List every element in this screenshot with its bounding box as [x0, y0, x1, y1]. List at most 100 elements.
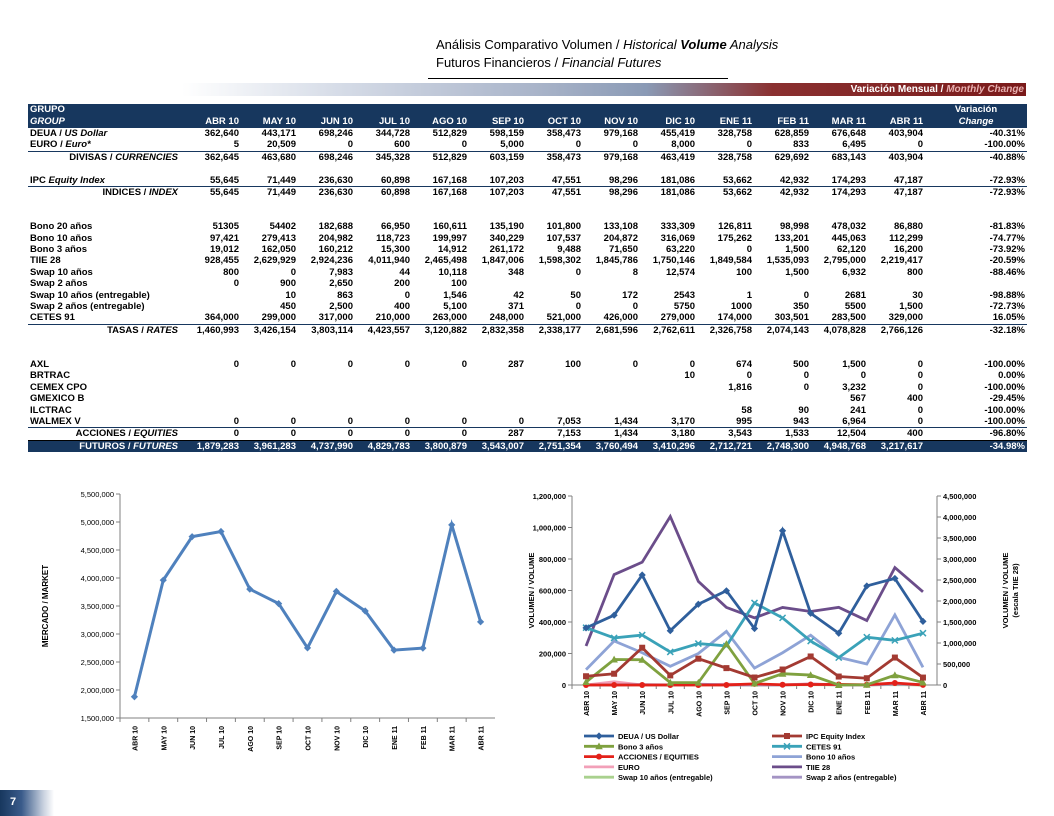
- change-cell: 0.00%: [998, 370, 1025, 382]
- value-cell: [184, 301, 241, 312]
- x-tick-label: NOV 10: [334, 726, 341, 751]
- y-tick-label: 4,500,000: [81, 546, 114, 555]
- value-cell: 8: [632, 266, 638, 278]
- value-cell: 362,640: [204, 128, 239, 139]
- y-tick-label-left: 1,200,000: [533, 492, 566, 501]
- y-tick-label: 2,500,000: [81, 658, 114, 667]
- value-cell: 348: [508, 266, 524, 278]
- value-cell: [526, 370, 583, 381]
- value-cell: 107,537: [546, 232, 581, 244]
- value-cell: [412, 405, 469, 416]
- table-row: AXL 0 0 0 0 0 287 100 0 0 674 500 1,500 0 -100.00%: [28, 359, 1027, 370]
- header-empty: [811, 104, 868, 116]
- value-cell: 112,299: [889, 232, 923, 244]
- change-cell: -40.88%: [989, 151, 1025, 163]
- value-cell: 167,168: [412, 174, 469, 188]
- value-cell: [583, 382, 640, 393]
- value-cell: 1,598,302: [538, 255, 581, 267]
- value-cell: 0: [461, 359, 467, 371]
- change-cell: -96.80%: [989, 428, 1025, 440]
- value-cell: 71,449: [266, 187, 296, 199]
- header-month: ABR 11: [868, 116, 925, 128]
- value-cell: 0: [632, 301, 638, 313]
- value-cell: 53,662: [697, 174, 754, 188]
- value-cell: 603,159: [489, 151, 524, 163]
- row-label: IPC Equity Index: [28, 174, 184, 188]
- change-cell: 16.05%: [925, 312, 1027, 325]
- value-cell: 107,203: [489, 187, 524, 199]
- title-underline: [428, 78, 728, 79]
- header-empty: [469, 104, 526, 116]
- value-cell: [640, 393, 697, 404]
- value-cell: 0: [404, 428, 410, 440]
- data-point: [807, 681, 814, 688]
- value-cell: [526, 382, 583, 393]
- header-empty: [298, 104, 355, 116]
- volume-table: GRUPO Variación GROUP ABR 10 MAY 10 JUN 10 JUL…: [28, 104, 1027, 453]
- value-cell: 450: [280, 301, 296, 313]
- value-cell: 15,300: [380, 244, 410, 256]
- x-tick-label: ENE 11: [392, 726, 399, 750]
- value-cell: 12,504: [836, 428, 866, 440]
- row-label-text: INDICES /: [102, 187, 149, 199]
- spacer-row: [28, 336, 1027, 347]
- value-cell: 463,419: [660, 151, 695, 163]
- data-point: [583, 673, 590, 680]
- y-tick-label-left: 600,000: [539, 587, 566, 596]
- data-point: [751, 674, 758, 681]
- x-tick-label: DIC 10: [363, 726, 370, 748]
- table-row: WALMEX V 0 0 0 0 0 0 7,053 1,434 3,170 995 943 6,964…: [28, 416, 1027, 429]
- value-cell: 97,421: [209, 232, 239, 244]
- table-row: CETES 91 364,000 299,000 317,000 210,000 263,…: [28, 312, 1027, 325]
- value-cell: 0: [583, 139, 640, 152]
- value-cell: 0: [917, 359, 923, 371]
- value-cell: 2,681,596: [595, 324, 638, 336]
- value-cell: 4,829,783: [355, 439, 412, 453]
- y-tick-label-right: 2,500,000: [943, 576, 976, 585]
- value-cell: 329,000: [868, 312, 925, 325]
- value-cell: [583, 405, 640, 416]
- value-cell: [640, 382, 697, 393]
- value-cell: 3,426,154: [253, 324, 296, 336]
- change-cell: -20.59%: [989, 255, 1025, 267]
- value-cell: 100: [451, 278, 467, 290]
- data-point: [595, 732, 603, 740]
- value-cell: 629,692: [774, 151, 809, 163]
- value-cell: 51305: [212, 221, 239, 233]
- value-cell: 9,488: [557, 244, 581, 256]
- change-cell: -100.00%: [925, 139, 1027, 152]
- header-month: JUN 10: [298, 116, 355, 128]
- table-row: FUTUROS / FUTURES 1,879,283 3,961,283 4,737…: [28, 439, 1027, 453]
- value-cell: [811, 278, 868, 289]
- change-cell: -74.77%: [989, 232, 1025, 244]
- value-cell: 0: [746, 370, 752, 382]
- value-cell: 98,296: [583, 174, 640, 188]
- value-cell: 371: [508, 301, 524, 313]
- spacer-row: [28, 198, 1027, 209]
- value-cell: 3,232: [842, 381, 866, 393]
- y-tick-label-right: 4,500,000: [943, 492, 976, 501]
- header-month: ABR 10: [184, 116, 241, 128]
- y-tick-label-right: 2,000,000: [943, 597, 976, 606]
- value-cell: 204,982: [318, 232, 353, 244]
- value-cell: 0: [290, 359, 296, 371]
- value-cell: 403,904: [888, 151, 923, 163]
- value-cell: 567: [850, 393, 866, 405]
- value-cell: 0: [917, 370, 923, 382]
- value-cell: 135,190: [489, 221, 524, 233]
- value-cell: 0: [917, 381, 923, 393]
- value-cell: 4,948,768: [811, 439, 868, 453]
- value-cell: 174,293: [831, 187, 866, 199]
- value-cell: 1,434: [614, 428, 638, 440]
- value-cell: 0: [689, 359, 695, 371]
- value-cell: 10: [684, 370, 695, 382]
- value-cell: 126,811: [718, 221, 752, 233]
- value-cell: 0: [803, 289, 809, 301]
- value-cell: 5750: [673, 301, 695, 313]
- value-cell: 2,751,354: [526, 439, 583, 453]
- row-label: TIIE 28: [30, 255, 61, 267]
- y-axis-title: MERCADO / MARKET: [41, 565, 50, 647]
- value-cell: [355, 393, 412, 404]
- x-tick-label: JUN 10: [640, 691, 647, 715]
- legend-label: Swap 2 años (entregable): [806, 773, 897, 782]
